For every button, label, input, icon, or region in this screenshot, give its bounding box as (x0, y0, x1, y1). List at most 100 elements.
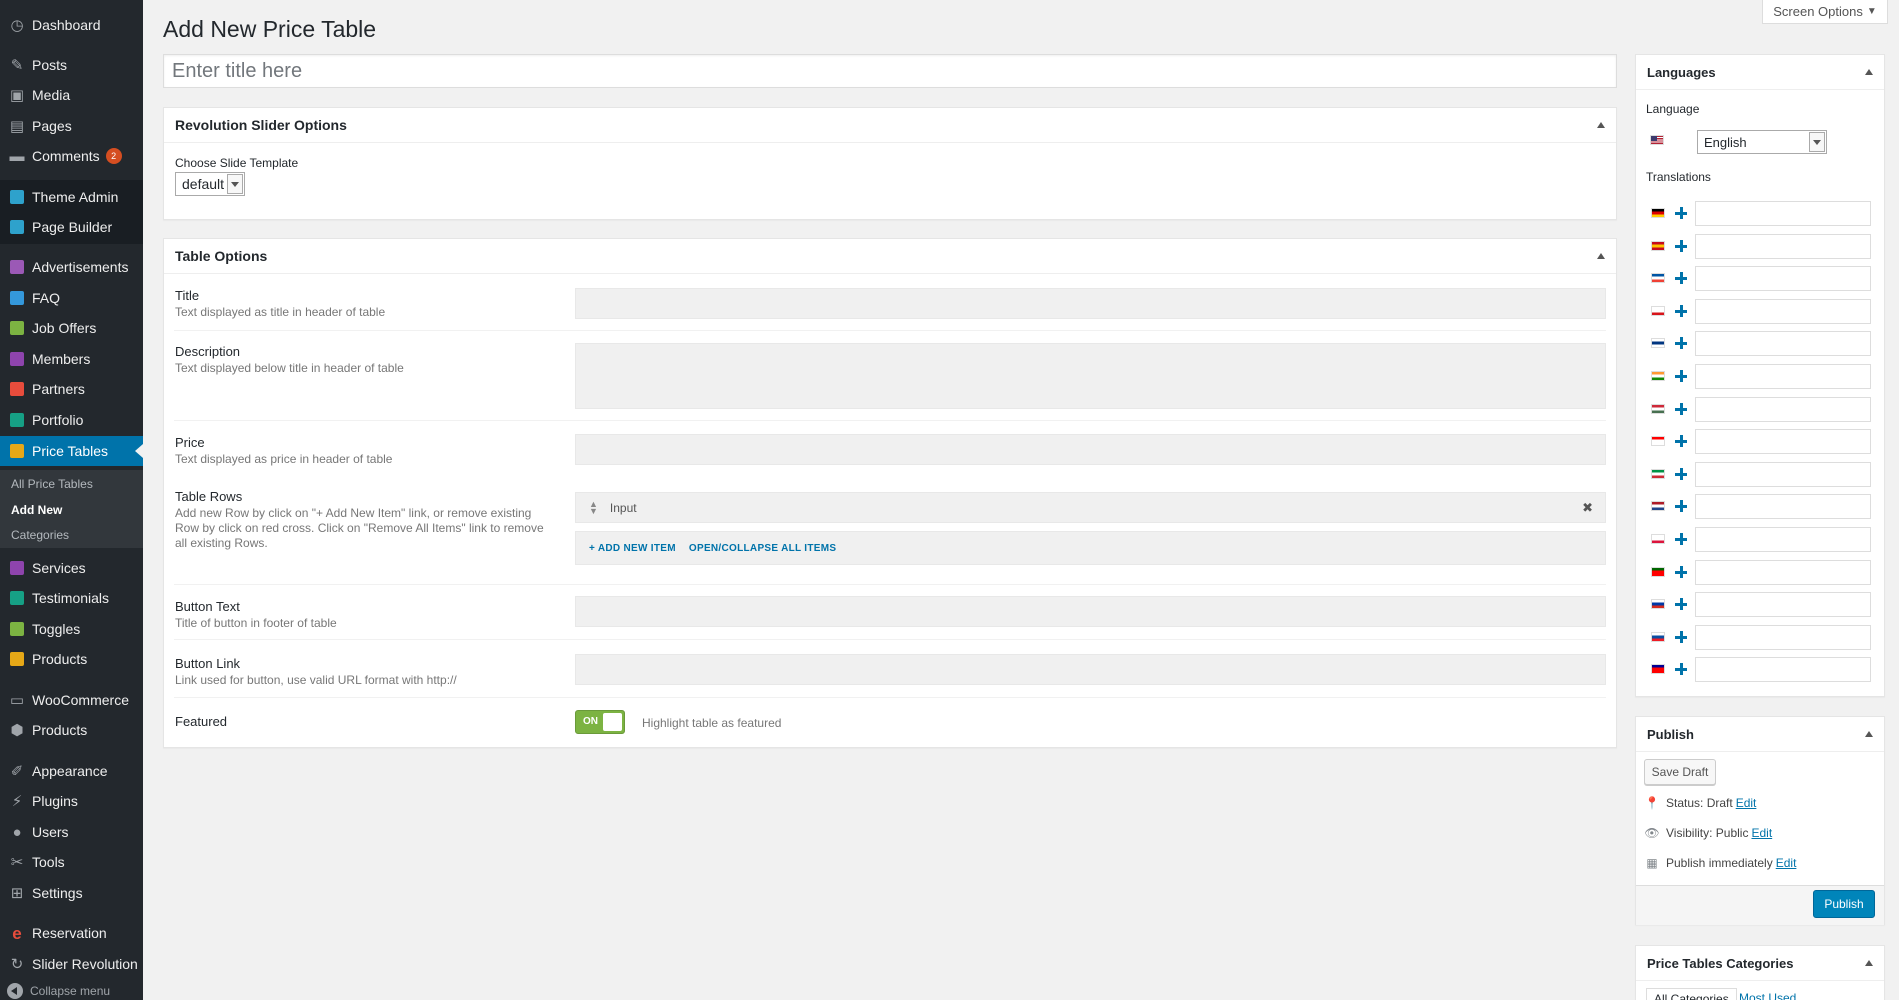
user-icon: ● (12, 823, 22, 841)
add-translation-ru-icon[interactable] (1675, 598, 1687, 610)
drag-handle-icon[interactable]: ▲ ▼ (589, 499, 598, 515)
add-translation-sk-icon[interactable] (1675, 631, 1687, 643)
sidebar-item-woocommerce[interactable]: ▭ WooCommerce (0, 685, 143, 715)
language-select[interactable]: English (1697, 130, 1827, 154)
add-translation-in-icon[interactable] (1675, 370, 1687, 382)
translation-nl-input[interactable] (1695, 494, 1871, 519)
translation-in-input[interactable] (1695, 364, 1871, 389)
translation-cz-input[interactable] (1695, 299, 1871, 324)
screen-options-button[interactable]: Screen Options ▼ (1762, 0, 1888, 24)
hu-flag-icon (1651, 404, 1665, 414)
sidebar-item-partners[interactable]: Partners (0, 374, 143, 404)
add-translation-nl-icon[interactable] (1675, 500, 1687, 512)
sidebar-item-settings[interactable]: ⊞ Settings (0, 878, 143, 908)
categories-header[interactable]: Price Tables Categories (1636, 946, 1884, 981)
collapse-menu-button[interactable]: Collapse menu (0, 983, 143, 999)
translation-tw-input[interactable] (1695, 657, 1871, 682)
members-icon (7, 349, 27, 369)
sidebar-item-job-offers[interactable]: Job Offers (0, 313, 143, 343)
sidebar-item-label: Settings (32, 885, 83, 901)
edit-visibility-link[interactable]: Edit (1751, 826, 1772, 840)
sidebar-item-dashboard[interactable]: ◷ Dashboard (0, 10, 143, 40)
tab-most-used[interactable]: Most Used (1732, 988, 1803, 1000)
sidebar-item-testimonials[interactable]: Testimonials (0, 583, 143, 613)
language-value: English (1704, 134, 1747, 150)
sidebar-item-price-tables[interactable]: Price Tables (0, 436, 143, 466)
publish-header[interactable]: Publish (1636, 717, 1884, 752)
button-link-input[interactable] (575, 654, 1606, 685)
sidebar-item-theme-admin[interactable]: Theme Admin (0, 182, 143, 212)
add-translation-tw-icon[interactable] (1675, 663, 1687, 675)
sidebar-item-pages[interactable]: ▤ Pages (0, 111, 143, 141)
sidebar-item-posts[interactable]: ✎ Posts (0, 50, 143, 80)
table-row-item[interactable]: ▲ ▼ Input ✖ (575, 492, 1606, 523)
sidebar-item-slider-revolution[interactable]: ↻ Slider Revolution (0, 949, 143, 979)
sidebar-item-appearance[interactable]: ✐ Appearance (0, 756, 143, 786)
collapse-arrow-icon[interactable] (1597, 253, 1605, 259)
sidebar-item-media[interactable]: ▣ Media (0, 80, 143, 110)
translation-pl-input[interactable] (1695, 527, 1871, 552)
toggle-all-items-link[interactable]: OPEN/COLLAPSE ALL ITEMS (689, 543, 836, 554)
sidebar-item-plugins[interactable]: ⚡ Plugins (0, 786, 143, 816)
sidebar-item-users[interactable]: ● Users (0, 817, 143, 847)
title-field-input[interactable] (575, 288, 1606, 319)
post-title-input[interactable] (163, 54, 1617, 88)
add-translation-it-icon[interactable] (1675, 468, 1687, 480)
sidebar-item-advertisements[interactable]: Advertisements (0, 252, 143, 282)
sidebar-item-reservation[interactable]: e Reservation (0, 918, 143, 948)
revslider-header[interactable]: Revolution Slider Options (164, 108, 1616, 143)
table-options-header[interactable]: Table Options (164, 239, 1616, 274)
edit-status-link[interactable]: Edit (1736, 796, 1757, 810)
add-translation-de-icon[interactable] (1675, 207, 1687, 219)
add-translation-pl-icon[interactable] (1675, 533, 1687, 545)
translation-pt-input[interactable] (1695, 560, 1871, 585)
translation-sk-input[interactable] (1695, 625, 1871, 650)
sidebar-item-portfolio[interactable]: Portfolio (0, 405, 143, 435)
add-translation-fr-icon[interactable] (1675, 272, 1687, 284)
slide-template-select[interactable]: default (175, 172, 245, 196)
submenu-categories[interactable]: Categories (11, 528, 69, 542)
featured-toggle-switch[interactable]: ON (575, 710, 625, 734)
button-text-input[interactable] (575, 596, 1606, 627)
publish-button[interactable]: Publish (1813, 890, 1875, 918)
add-translation-pt-icon[interactable] (1675, 566, 1687, 578)
languages-header[interactable]: Languages (1636, 55, 1884, 90)
description-textarea[interactable] (575, 343, 1606, 409)
add-translation-es-icon[interactable] (1675, 240, 1687, 252)
collapse-arrow-icon[interactable] (1597, 122, 1605, 128)
translation-it-input[interactable] (1695, 462, 1871, 487)
products-icon (7, 649, 27, 669)
add-new-item-link[interactable]: + ADD NEW ITEM (589, 543, 676, 554)
sidebar-item-products[interactable]: ⬢ Products (0, 715, 143, 745)
submenu-all-price-tables[interactable]: All Price Tables (11, 477, 93, 491)
translation-ru-input[interactable] (1695, 592, 1871, 617)
save-draft-button[interactable]: Save Draft (1644, 759, 1716, 785)
translation-fr-input[interactable] (1695, 266, 1871, 291)
add-translation-id-icon[interactable] (1675, 435, 1687, 447)
translation-es-input[interactable] (1695, 234, 1871, 259)
submenu-add-new[interactable]: Add New (11, 503, 62, 517)
tw-flag-icon (1651, 664, 1665, 674)
collapse-arrow-icon[interactable] (1865, 731, 1873, 737)
sidebar-item-members[interactable]: Members (0, 344, 143, 374)
add-translation-hu-icon[interactable] (1675, 403, 1687, 415)
sidebar-item-services[interactable]: Services (0, 553, 143, 583)
edit-schedule-link[interactable]: Edit (1776, 856, 1797, 870)
sidebar-item-comments[interactable]: ▬ Comments 2 (0, 141, 143, 171)
tab-all-categories[interactable]: All Categories (1646, 988, 1737, 1000)
translation-id-input[interactable] (1695, 429, 1871, 454)
remove-row-icon[interactable]: ✖ (1582, 500, 1593, 516)
collapse-arrow-icon[interactable] (1865, 69, 1873, 75)
translation-fi-input[interactable] (1695, 331, 1871, 356)
sidebar-item-products[interactable]: Products (0, 644, 143, 674)
price-field-input[interactable] (575, 434, 1606, 465)
sidebar-item-page-builder[interactable]: Page Builder (0, 212, 143, 242)
add-translation-cz-icon[interactable] (1675, 305, 1687, 317)
sidebar-item-toggles[interactable]: Toggles (0, 614, 143, 644)
sidebar-item-faq[interactable]: FAQ (0, 283, 143, 313)
translation-hu-input[interactable] (1695, 397, 1871, 422)
translation-de-input[interactable] (1695, 201, 1871, 226)
sidebar-item-tools[interactable]: ✂ Tools (0, 847, 143, 877)
collapse-arrow-icon[interactable] (1865, 960, 1873, 966)
add-translation-fi-icon[interactable] (1675, 337, 1687, 349)
